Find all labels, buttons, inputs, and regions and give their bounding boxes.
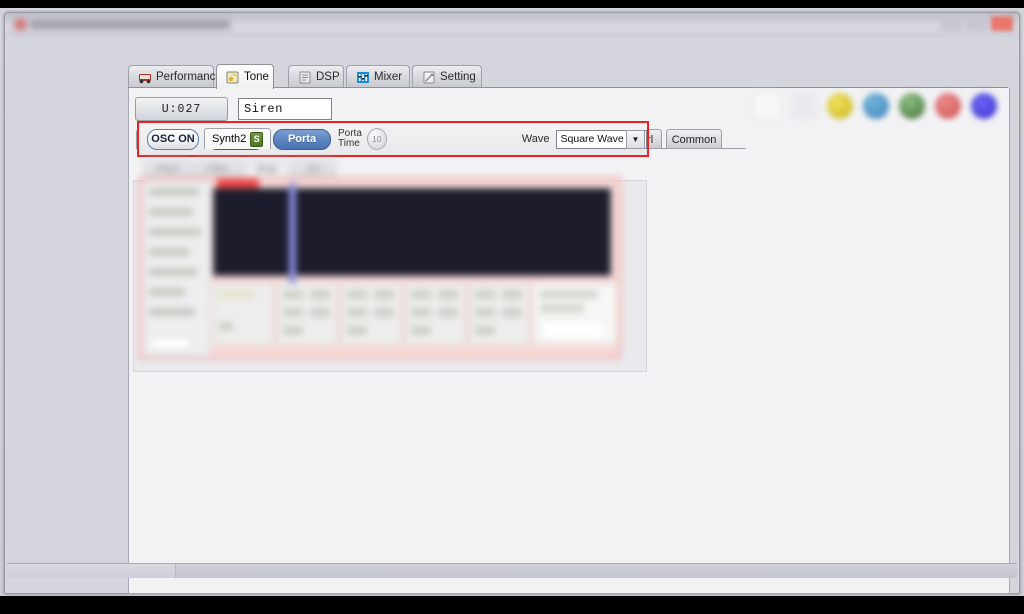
wave-select-value: Square Wave [560, 133, 624, 145]
maximize-button[interactable] [966, 16, 988, 31]
sub-tab-pitch-label: Pitch [156, 164, 180, 175]
minimize-button[interactable] [941, 16, 963, 31]
tab-mixer-label: Mixer [374, 71, 403, 83]
porta-time-label-line2: Time [338, 138, 360, 149]
part-tab-common[interactable]: Common [666, 129, 722, 149]
tab-performance-label: Performance [156, 71, 222, 83]
tab-dsp[interactable]: DSP [288, 65, 344, 88]
blue-round-icon[interactable] [863, 93, 889, 119]
sub-tab-filter-label: Filter [206, 164, 230, 175]
porta-time-knob[interactable]: 10 [366, 128, 387, 150]
envelope-playhead[interactable] [289, 183, 296, 283]
sub-tab-filter[interactable]: Filter [195, 160, 241, 178]
document-icon[interactable] [753, 92, 781, 120]
sub-tab-pitch[interactable]: Pitch [145, 160, 191, 178]
envelope-step-3[interactable] [341, 283, 401, 345]
status-bar-left-section [7, 564, 176, 578]
green-round-icon[interactable] [899, 93, 925, 119]
application-window: Performance Tone DSP Mixer Setting U:027… [4, 12, 1020, 594]
envelope-editor-zone: Pitch Filter Amp Etc [137, 160, 649, 360]
tab-performance[interactable]: Performance [128, 65, 222, 88]
part-tab-synth2-badge: S [250, 131, 263, 147]
title-bar[interactable] [5, 13, 1019, 37]
wave-select[interactable]: Square Wave ▼ [555, 129, 647, 149]
tone-icon [226, 71, 240, 84]
patch-number-button[interactable]: U:027 [135, 97, 228, 121]
tone-page: U:027 Siren Synth1 S Synth2 S PCM1 [128, 88, 1010, 594]
envelope-step-2[interactable] [277, 283, 337, 345]
close-button[interactable] [991, 16, 1013, 31]
dsp-icon [298, 71, 312, 84]
main-tab-bar[interactable]: Performance Tone DSP Mixer Setting [128, 64, 1008, 89]
sub-tab-amp-label: Amp [256, 164, 278, 175]
envelope-parameter-column [143, 181, 211, 357]
patch-selector-row: U:027 Siren [135, 97, 332, 121]
envelope-editor [139, 177, 621, 359]
red-round-icon[interactable] [935, 93, 961, 119]
window-title [15, 17, 265, 32]
patch-name-field[interactable]: Siren [238, 98, 332, 120]
mixer-icon [356, 71, 370, 84]
envelope-step-1[interactable] [213, 283, 273, 345]
faint-icon[interactable] [791, 93, 817, 119]
yellow-round-icon[interactable] [827, 93, 853, 119]
tab-mixer[interactable]: Mixer [346, 65, 410, 88]
porta-time-label: Porta Time [338, 128, 362, 150]
sub-tab-etc[interactable]: Etc [293, 160, 335, 178]
part-tab-synth2-label: Synth2 [212, 133, 247, 145]
screen: Performance Tone DSP Mixer Setting U:027… [0, 0, 1024, 614]
chevron-down-icon[interactable]: ▼ [626, 129, 645, 149]
client-area: Performance Tone DSP Mixer Setting U:027… [6, 37, 1018, 594]
tab-tone[interactable]: Tone [216, 64, 274, 89]
envelope-step-5[interactable] [469, 283, 529, 345]
tab-tone-label: Tone [244, 71, 269, 83]
wave-label: Wave [521, 133, 550, 145]
app-icon [15, 19, 26, 30]
window-controls[interactable] [941, 16, 1013, 31]
envelope-step-4[interactable] [405, 283, 465, 345]
tab-setting-label: Setting [440, 71, 476, 83]
window-title-text [30, 20, 230, 29]
setting-icon [422, 71, 436, 84]
purple-round-icon[interactable] [971, 93, 997, 119]
sub-tab-amp[interactable]: Amp [245, 160, 289, 178]
part-tab-synth2[interactable]: Synth2 S [204, 128, 271, 149]
part-tab-common-label: Common [671, 133, 717, 146]
tab-dsp-label: DSP [316, 71, 340, 83]
porta-button[interactable]: Porta [273, 128, 331, 150]
performance-icon [138, 71, 152, 84]
letterbox-top [0, 0, 1024, 8]
osc-on-button[interactable]: OSC ON [147, 128, 199, 150]
letterbox-bottom [0, 596, 1024, 614]
envelope-summary-panel[interactable] [533, 283, 617, 345]
toolbar[interactable] [753, 92, 997, 120]
envelope-graph-display[interactable] [213, 188, 611, 276]
tab-setting[interactable]: Setting [412, 65, 482, 88]
sub-tab-etc-label: Etc [306, 164, 322, 175]
status-bar [7, 563, 1017, 578]
